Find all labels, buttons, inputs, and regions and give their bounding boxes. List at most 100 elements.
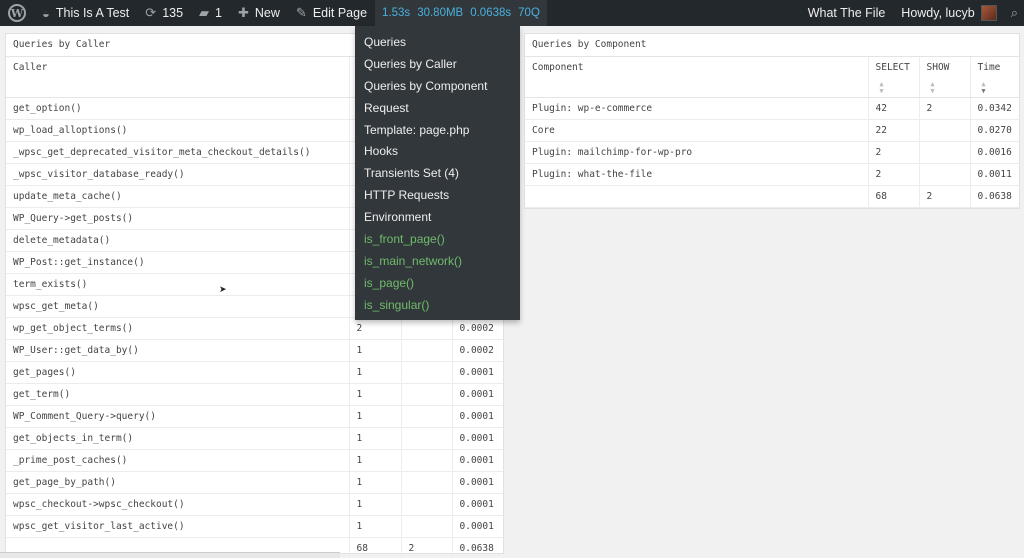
time-cell: 0.0270 [969, 119, 1019, 142]
caller-cell[interactable]: get_objects_in_term() [6, 427, 349, 450]
col-select[interactable]: SELECT ▲ ▼ [867, 56, 919, 98]
show-cell [400, 361, 452, 384]
table-row: Core 22 0.0270 [525, 119, 1019, 142]
time-cell: 0.0002 [451, 339, 503, 362]
greeting: Howdy, lucyb [901, 6, 975, 20]
qm-memory: 30.80MB [417, 7, 464, 19]
comments-menu[interactable]: ▰ 1 [191, 0, 230, 26]
col-component[interactable]: Component [525, 56, 868, 98]
table-row: get_pages() 1 0.0001 [6, 361, 503, 384]
qm-conditional-item: is_singular() [364, 297, 430, 312]
qm-conditional-item: is_page() [364, 275, 415, 290]
qm-menu-item[interactable]: Queries by Caller [355, 53, 520, 75]
edit-label: Edit Page [312, 6, 368, 20]
wp-logo-menu[interactable]: W [0, 0, 34, 26]
caller-cell[interactable]: term_exists() [6, 273, 349, 296]
caller-cell[interactable]: get_option() [6, 97, 349, 120]
caller-cell[interactable]: WP_Post::get_instance() [6, 251, 349, 274]
caller-cell[interactable]: WP_User::get_data_by() [6, 339, 349, 362]
time-cell: 0.0001 [451, 515, 503, 538]
time-cell: 0.0002 [451, 317, 503, 340]
sort-icon[interactable]: ▲ ▼ [927, 80, 939, 95]
col-time-label: Time [977, 61, 1001, 73]
total-time: 0.0638 [969, 185, 1019, 208]
show-cell [400, 383, 452, 406]
col-time[interactable]: Time ▲ ▼ [969, 56, 1019, 98]
table-row: _prime_post_caches() 1 0.0001 [6, 449, 503, 472]
caller-cell[interactable]: get_term() [6, 383, 349, 406]
select-cell: 1 [348, 339, 401, 362]
caller-cell[interactable]: delete_metadata() [6, 229, 349, 252]
edit-page-link[interactable]: ✎ Edit Page [288, 0, 375, 26]
col-show[interactable]: SHOW ▲ ▼ [918, 56, 970, 98]
qm-menu-item[interactable]: Queries by Component [355, 75, 520, 97]
component-cell[interactable]: Plugin: wp-e-commerce [525, 97, 868, 120]
table-row: get_objects_in_term() 1 0.0001 [6, 427, 503, 450]
caller-cell[interactable]: WP_Query->get_posts() [6, 207, 349, 230]
show-cell [400, 449, 452, 472]
new-content-menu[interactable]: ✚ New [230, 0, 288, 26]
caller-cell[interactable]: wpsc_get_visitor_last_active() [6, 515, 349, 538]
table-row: wpsc_get_visitor_last_active() 1 0.0001 [6, 515, 503, 538]
qm-menu-item[interactable]: Hooks [355, 140, 520, 162]
plus-icon: ✚ [238, 5, 249, 20]
qm-menu-item[interactable]: Template: page.php [355, 119, 520, 141]
what-the-file-menu[interactable]: What The File [800, 0, 894, 26]
component-cell[interactable]: Plugin: mailchimp-for-wp-pro [525, 141, 868, 164]
show-cell [400, 317, 452, 340]
caller-cell[interactable]: _wpsc_visitor_database_ready() [6, 163, 349, 186]
time-cell: 0.0016 [969, 141, 1019, 164]
caller-cell[interactable]: _wpsc_get_deprecated_visitor_meta_checko… [6, 141, 349, 164]
select-cell: 1 [348, 383, 401, 406]
qm-menu-item[interactable]: Request [355, 97, 520, 119]
time-cell: 0.0001 [451, 493, 503, 516]
col-caller[interactable]: Caller [6, 56, 349, 98]
table-row: Plugin: what-the-file 2 0.0011 [525, 163, 1019, 186]
show-cell [918, 119, 970, 142]
select-cell: 1 [348, 449, 401, 472]
select-cell: 22 [867, 119, 919, 142]
comments-count: 1 [215, 6, 222, 20]
show-cell [918, 141, 970, 164]
dashboard-icon: ◒ [42, 5, 50, 21]
qm-query-time: 0.0638s [470, 7, 512, 19]
select-cell: 1 [348, 405, 401, 428]
caller-cell[interactable]: get_page_by_path() [6, 471, 349, 494]
qm-conditional-item: is_main_network() [364, 253, 463, 268]
caller-cell[interactable]: _prime_post_caches() [6, 449, 349, 472]
time-cell: 0.0001 [451, 361, 503, 384]
caller-cell[interactable]: update_meta_cache() [6, 185, 349, 208]
sort-icon[interactable]: ▲ ▼ [876, 80, 888, 95]
time-cell: 0.0001 [451, 471, 503, 494]
qm-menu-item[interactable]: Queries [355, 31, 520, 53]
qm-menu-item[interactable]: HTTP Requests [355, 184, 520, 206]
query-monitor-menu[interactable]: 1.53s 30.80MB 0.0638s 70Q [375, 0, 547, 26]
col-select-label: SELECT [875, 61, 910, 73]
updates-menu[interactable]: ⟳ 135 [137, 0, 191, 26]
show-cell [400, 427, 452, 450]
caller-cell[interactable]: wp_get_object_terms() [6, 317, 349, 340]
caller-cell[interactable]: wp_load_alloptions() [6, 119, 349, 142]
search-icon[interactable]: ⌕ [1005, 5, 1024, 21]
qm-menu-item[interactable]: Transients Set (4) [355, 162, 520, 184]
component-cell[interactable]: Plugin: what-the-file [525, 163, 868, 186]
table-row: get_term() 1 0.0001 [6, 383, 503, 406]
qm-menu-item[interactable]: Environment [355, 206, 520, 228]
avatar [980, 5, 997, 21]
totals-label [525, 185, 868, 208]
caller-cell[interactable]: get_pages() [6, 361, 349, 384]
component-cell[interactable]: Core [525, 119, 868, 142]
my-account-menu[interactable]: Howdy, lucyb [893, 0, 1004, 26]
query-monitor-dropdown: Queries Queries by Caller Queries by Compo… [355, 26, 520, 320]
pencil-icon: ✎ [295, 5, 307, 20]
show-cell [400, 405, 452, 428]
sort-desc-icon[interactable]: ▲ ▼ [978, 80, 990, 95]
caller-cell[interactable]: wpsc_get_meta() [6, 295, 349, 318]
select-cell: 2 [867, 163, 919, 186]
site-name-menu[interactable]: ◒ This Is A Test [34, 0, 137, 26]
horizontal-scrollbar[interactable] [0, 552, 340, 558]
caller-cell[interactable]: wpsc_checkout->wpsc_checkout() [6, 493, 349, 516]
select-cell: 1 [348, 471, 401, 494]
table-row: wpsc_checkout->wpsc_checkout() 1 0.0001 [6, 493, 503, 516]
caller-cell[interactable]: WP_Comment_Query->query() [6, 405, 349, 428]
